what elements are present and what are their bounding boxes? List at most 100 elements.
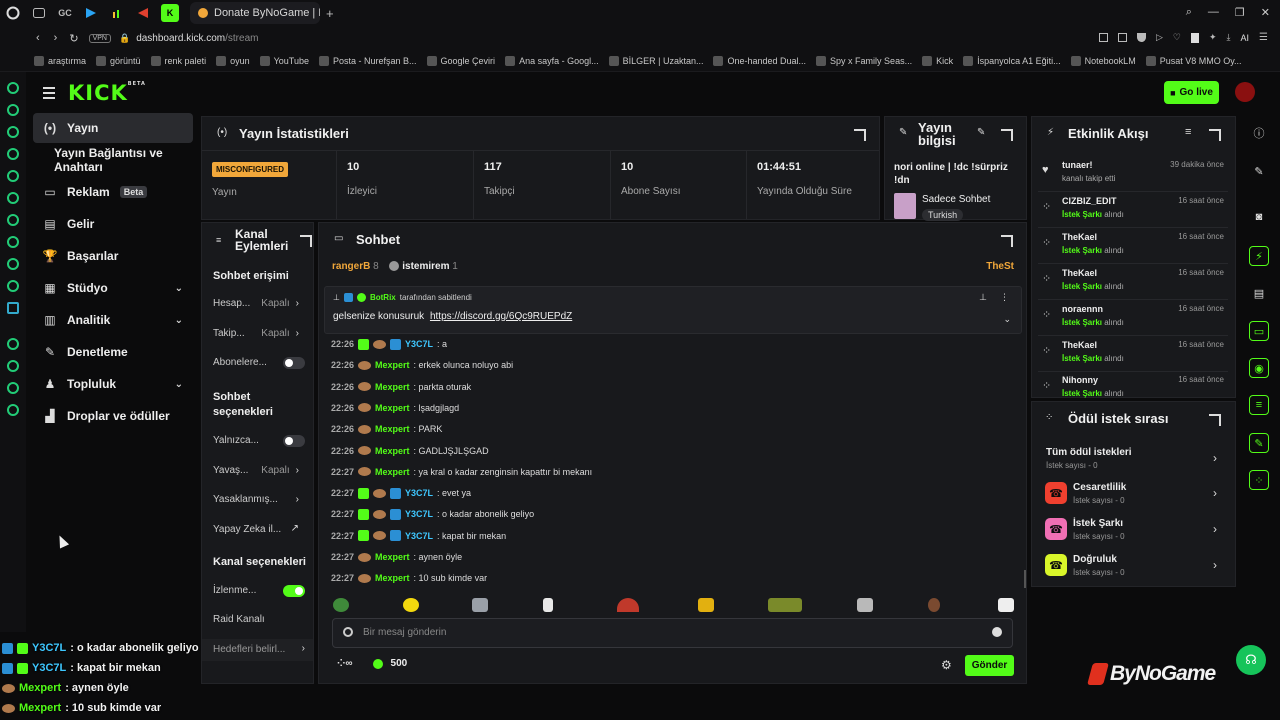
message-username[interactable]: Mexpert: [375, 403, 410, 413]
bookmark-item[interactable]: Ana sayfa - Googl...: [505, 55, 599, 66]
download-icon[interactable]: ⤓: [1227, 32, 1231, 43]
bookmark-item[interactable]: Spy x Family Seas...: [816, 55, 912, 66]
sidebar-app-icon[interactable]: [7, 170, 19, 182]
points-balance[interactable]: ⁘∞ 500: [337, 658, 407, 669]
collapse-chevron-icon[interactable]: ⌄: [1003, 314, 1011, 325]
expand-icon[interactable]: [1001, 235, 1013, 247]
bookmark-item[interactable]: Google Çeviri: [426, 55, 495, 66]
language-tag[interactable]: Turkish: [922, 209, 964, 221]
banned-label[interactable]: Yasaklanmış...: [213, 494, 278, 505]
account-age-setting[interactable]: Kapalı ›: [261, 298, 299, 309]
viewership-toggle[interactable]: [283, 585, 305, 597]
chat-message[interactable]: 22:26 Mexpert: parkta oturak: [331, 380, 471, 394]
extension-icon[interactable]: [1098, 33, 1108, 42]
nav-moderation[interactable]: ✎ Denetleme: [33, 337, 193, 367]
emote-icon[interactable]: [857, 598, 873, 612]
top-user-name[interactable]: rangerB: [332, 261, 370, 272]
x-icon[interactable]: [7, 280, 19, 292]
chat-message[interactable]: 22:26 Y3C7L: a: [331, 337, 447, 351]
expand-icon[interactable]: [854, 129, 866, 141]
discord-icon[interactable]: [7, 214, 19, 226]
message-username[interactable]: Y3C7L: [405, 531, 433, 541]
bookmark-item[interactable]: Posta - Nurefşan B...: [318, 55, 417, 66]
app-icon[interactable]: [7, 302, 19, 314]
slow-mode-setting[interactable]: Kapalı ›: [261, 465, 299, 476]
url-field[interactable]: dashboard.kick.com/stream: [136, 33, 258, 44]
emote-icon[interactable]: [998, 598, 1014, 612]
reload-icon[interactable]: ↻: [69, 32, 78, 45]
unpin-icon[interactable]: ⊥: [979, 292, 987, 303]
subscribers-only-toggle[interactable]: [283, 357, 305, 369]
notes-icon[interactable]: ▤: [1249, 283, 1269, 303]
whatsapp-icon[interactable]: [7, 192, 19, 204]
message-username[interactable]: Y3C7L: [405, 488, 433, 498]
tiktok-icon[interactable]: [7, 258, 19, 270]
actions-icon[interactable]: ≡: [1249, 395, 1269, 415]
forward-icon[interactable]: ›: [54, 32, 58, 44]
go-live-button[interactable]: ■ Go live: [1164, 81, 1219, 104]
message-username[interactable]: Mexpert: [375, 382, 410, 392]
message-username[interactable]: Mexpert: [375, 573, 410, 583]
message-input[interactable]: Bir mesaj gönderin: [332, 618, 1013, 648]
bookmark-item[interactable]: araştırma: [34, 55, 86, 66]
activity-item[interactable]: ⁘ noraennn İstek Şarkı alındı 16 saat önce: [1038, 302, 1228, 336]
nav-achievements[interactable]: 🏆 Başarılar: [33, 241, 193, 271]
message-username[interactable]: Mexpert: [375, 424, 410, 434]
chat-message[interactable]: 22:26 Mexpert: PARK: [331, 422, 442, 436]
sidebar-app-icon[interactable]: [7, 126, 19, 138]
nav-revenue[interactable]: ▤ Gelir: [33, 209, 193, 239]
wrench-icon[interactable]: ✎: [1249, 433, 1269, 453]
message-username[interactable]: Mexpert: [375, 446, 410, 456]
info-icon[interactable]: ⓘ: [1249, 123, 1269, 143]
close-icon[interactable]: ✕: [1261, 6, 1270, 19]
emote-icon[interactable]: [472, 598, 488, 612]
minimize-icon[interactable]: —: [1208, 6, 1219, 19]
send-button[interactable]: Gönder: [965, 655, 1014, 676]
emote-icon[interactable]: [543, 598, 553, 612]
message-username[interactable]: Y3C7L: [405, 339, 433, 349]
banned-setting[interactable]: ›: [296, 494, 299, 505]
bookmark-item[interactable]: YouTube: [259, 55, 309, 66]
only-toggle[interactable]: [283, 435, 305, 447]
slow-mode-label[interactable]: Yavaş...: [213, 465, 248, 476]
chat-message[interactable]: 22:27 Y3C7L: o kadar abonelik geliyo: [331, 507, 534, 521]
chat-message[interactable]: 22:27 Mexpert: 10 sub kimde var: [331, 571, 487, 585]
follow-time-label[interactable]: Takip...: [213, 328, 245, 339]
active-tab[interactable]: Donate ByNoGame | Donat: [190, 2, 320, 24]
history-icon[interactable]: [7, 360, 19, 372]
instagram-icon[interactable]: [7, 236, 19, 248]
ai-moderation-label[interactable]: Yapay Zeka il...: [213, 524, 281, 535]
emote-icon[interactable]: [403, 598, 419, 612]
bookmark-item[interactable]: Kick: [922, 55, 953, 66]
expand-icon[interactable]: [1001, 129, 1013, 141]
bookmark-item[interactable]: renk paleti: [150, 55, 206, 66]
activity-item[interactable]: ⁘ TheKael İstek Şarkı alındı 16 saat önce: [1038, 266, 1228, 300]
gc-tab[interactable]: GC: [57, 5, 73, 21]
chat-message[interactable]: 22:26 Mexpert: lşadgjlagd: [331, 401, 459, 415]
bookmark-item[interactable]: İspanyolca A1 Eğiti...: [963, 55, 1061, 66]
lightning-icon[interactable]: ⚡: [1249, 246, 1269, 266]
kick-tab-icon[interactable]: K: [161, 4, 179, 22]
search-icon[interactable]: ⌕: [1186, 6, 1192, 19]
activity-item[interactable]: ⁘ TheKael İstek Şarkı alındı 16 saat önce: [1038, 338, 1228, 372]
chat-scrollbar[interactable]: [1024, 570, 1026, 588]
settings-icon[interactable]: [7, 404, 19, 416]
sidebar-app-icon[interactable]: [7, 104, 19, 116]
reward-row[interactable]: ☎ Cesaretlilik İstek sayısı - 0 ›: [1043, 478, 1223, 510]
bookmark-item[interactable]: BİLGER | Uzaktan...: [608, 55, 703, 66]
message-username[interactable]: Y3C7L: [405, 509, 433, 519]
workspace-icon[interactable]: [31, 5, 47, 21]
shield-icon[interactable]: [1136, 33, 1146, 42]
expand-icon[interactable]: [300, 235, 312, 247]
account-age-label[interactable]: Hesap...: [213, 298, 250, 309]
goals-label[interactable]: Hedefleri belirl...: [213, 644, 285, 655]
bookmark-item[interactable]: NotebookLM: [1070, 55, 1136, 66]
reward-row[interactable]: ☎ İstek Şarkı İstek sayısı - 0 ›: [1043, 514, 1223, 546]
emote-icon[interactable]: [698, 598, 714, 612]
restore-icon[interactable]: ❐: [1235, 6, 1245, 19]
edit-icon[interactable]: ✎: [977, 127, 985, 138]
goals-setting[interactable]: ›: [302, 643, 305, 654]
expand-icon[interactable]: [1209, 414, 1221, 426]
pencil-icon[interactable]: ✎: [1249, 161, 1269, 181]
activity-item[interactable]: ♥ tunaer! kanalı takip etti 39 dakika önce: [1038, 158, 1228, 192]
